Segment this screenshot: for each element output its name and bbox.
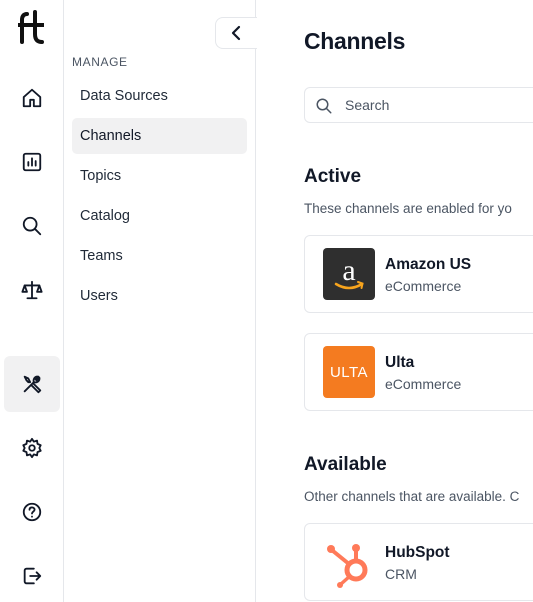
search-input[interactable] [345, 89, 533, 121]
channel-category: CRM [385, 566, 417, 582]
channel-name: HubSpot [385, 544, 450, 561]
svg-text:a: a [342, 254, 355, 287]
ulta-logo: ULTA [323, 346, 375, 398]
available-section-description: Other channels that are available. C [304, 489, 520, 504]
available-section-heading: Available [304, 454, 387, 475]
rail-home-button[interactable] [4, 70, 60, 126]
channel-card-amazon-us[interactable]: a Amazon US eCommerce [304, 235, 533, 313]
sidebar-item-users[interactable]: Users [72, 278, 247, 314]
search-box [304, 87, 533, 123]
logo-icon [18, 10, 44, 44]
chart-icon [22, 152, 42, 172]
amazon-logo: a [323, 248, 375, 300]
rail-compare-button[interactable] [4, 262, 60, 318]
rail-search-button[interactable] [4, 198, 60, 254]
rail-help-button[interactable] [4, 484, 60, 540]
sidebar-item-teams[interactable]: Teams [72, 238, 247, 274]
active-section-heading: Active [304, 166, 362, 187]
app-logo[interactable] [14, 8, 50, 48]
manage-sidebar: MANAGE Data Sources Channels Topics Cata… [64, 0, 257, 602]
sidebar-item-topics[interactable]: Topics [72, 158, 247, 194]
gear-icon [22, 437, 42, 459]
icon-rail [0, 0, 64, 602]
search-icon [316, 98, 332, 114]
channel-name: Amazon US [385, 256, 472, 273]
main-content: Channels Active These channels are enabl… [256, 0, 533, 602]
sidebar-item-data-sources[interactable]: Data Sources [72, 78, 247, 114]
section-label-manage: MANAGE [72, 55, 128, 69]
channel-category: eCommerce [385, 376, 462, 392]
app: MANAGE Data Sources Channels Topics Cata… [0, 0, 533, 602]
channel-card-hubspot[interactable]: HubSpot CRM [304, 523, 533, 601]
collapse-sidebar-button[interactable] [215, 17, 257, 49]
tools-icon [23, 375, 42, 394]
svg-text:ULTA: ULTA [330, 364, 368, 381]
help-icon [22, 502, 42, 522]
chevron-left-icon [231, 25, 240, 41]
sidebar-item-catalog[interactable]: Catalog [72, 198, 247, 234]
rail-analytics-button[interactable] [4, 134, 60, 190]
search-icon [22, 216, 42, 236]
sidebar-item-channels[interactable]: Channels [72, 118, 247, 154]
page-title: Channels [304, 28, 406, 54]
channel-category: eCommerce [385, 278, 462, 294]
home-icon [22, 88, 42, 108]
channel-name: Ulta [385, 354, 415, 371]
rail-settings-button[interactable] [4, 420, 60, 476]
scale-icon [21, 280, 43, 300]
rail-logout-button[interactable] [4, 548, 60, 602]
hubspot-logo [323, 536, 375, 588]
rail-tools-button[interactable] [4, 356, 60, 412]
active-section-description: These channels are enabled for yo [304, 201, 512, 216]
channel-card-ulta[interactable]: ULTA Ulta eCommerce [304, 333, 533, 411]
logout-icon [23, 567, 42, 585]
